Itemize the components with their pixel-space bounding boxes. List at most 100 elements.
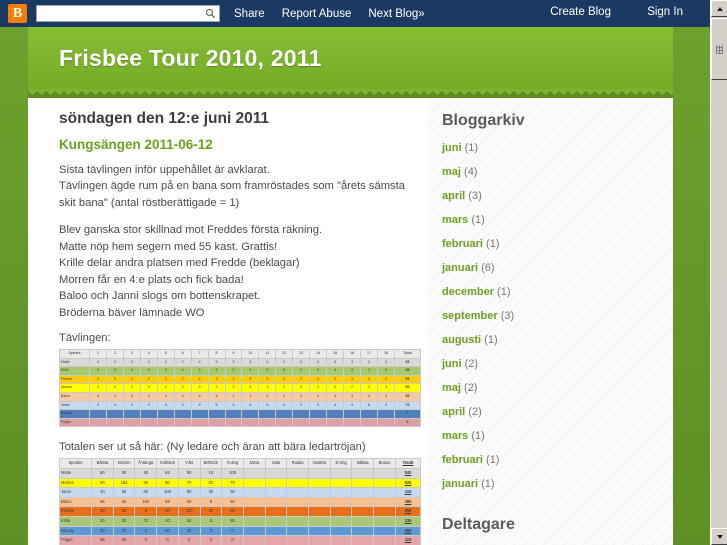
scroll-down-icon — [717, 535, 723, 539]
nav-link-report-abuse[interactable]: Report Abuse — [282, 8, 352, 20]
table-row: Baloo53534343334434333365 — [60, 393, 421, 402]
table-col-header: 7 — [191, 350, 208, 359]
table-cell: 60 — [222, 497, 244, 507]
search-box[interactable] — [36, 5, 220, 22]
season-totals-table: SpelareBålstaKärsönÅ-BergaKolbäckV-åsBON… — [59, 458, 421, 545]
scroll-up-button[interactable] — [711, 0, 727, 17]
archive-item-link[interactable]: maj — [442, 382, 461, 394]
scrollbar-thumb[interactable] — [711, 18, 727, 80]
archive-item-link[interactable]: februari — [442, 238, 483, 250]
table-cell — [352, 516, 374, 526]
nav-link-sign-in[interactable]: Sign In — [647, 6, 683, 18]
archive-item-link[interactable]: maj — [442, 166, 461, 178]
table-cell: 3 — [208, 393, 225, 402]
nav-link-create-blog[interactable]: Create Blog — [550, 6, 611, 18]
blogger-logo-icon[interactable]: B — [8, 4, 27, 23]
archive-item-link[interactable]: september — [442, 310, 498, 322]
archive-item-link[interactable]: mars — [442, 214, 468, 226]
table-cell — [309, 536, 331, 545]
archive-item[interactable]: april (2) — [442, 406, 661, 418]
archive-item-link[interactable]: april — [442, 190, 465, 202]
archive-item[interactable]: februari (1) — [442, 238, 661, 250]
table-cell — [330, 536, 352, 545]
archive-item[interactable]: maj (4) — [442, 166, 661, 178]
table-cell: 4 — [344, 401, 361, 410]
search-icon[interactable] — [205, 8, 216, 19]
archive-item-count: (1) — [478, 478, 495, 490]
archive-item[interactable]: juni (1) — [442, 142, 661, 154]
table-cell — [330, 497, 352, 507]
table-cell: 3 — [242, 393, 259, 402]
archive-item[interactable]: februari (1) — [442, 454, 661, 466]
nav-link-next-blog[interactable]: Next Blog» — [368, 8, 424, 20]
nav-link-share[interactable]: Share — [234, 8, 265, 20]
competition-scores-table: Spelare123456789101112131415161718Totalt… — [59, 349, 421, 427]
table-cell: 4 — [106, 358, 123, 367]
post-p1-line2: Tävlingen ägde rum på en bana som framrö… — [59, 180, 405, 208]
table-cell: 0 — [135, 507, 157, 517]
table-cell — [309, 516, 331, 526]
table-cell — [243, 469, 265, 479]
table-cell: 3 — [174, 393, 191, 402]
scroll-down-button[interactable] — [711, 528, 727, 545]
archive-item-link[interactable]: januari — [442, 262, 478, 274]
table-cell — [243, 497, 265, 507]
archive-item[interactable]: januari (1) — [442, 478, 661, 490]
table-cell: 3 — [377, 401, 394, 410]
table-cell-total: 520 — [396, 478, 421, 488]
archive-item[interactable]: mars (1) — [442, 430, 661, 442]
table-cell — [344, 418, 361, 427]
search-input[interactable] — [37, 6, 197, 21]
scrollbar-track[interactable] — [711, 17, 727, 528]
table-cell-player: Morren — [60, 478, 92, 488]
table-cell — [140, 410, 157, 419]
table-cell: 85 — [222, 516, 244, 526]
table-cell — [361, 410, 378, 419]
table-cell: 4 — [123, 375, 140, 384]
table-cell: 4 — [157, 393, 174, 402]
table-cell: 2 — [293, 367, 310, 376]
table-col-header: 9 — [225, 350, 242, 359]
archive-item[interactable]: augusti (1) — [442, 334, 661, 346]
archive-item-link[interactable]: juni — [442, 142, 462, 154]
table-cell: 4 — [310, 384, 327, 393]
table-cell: 30 — [92, 507, 114, 517]
archive-item-link[interactable]: april — [442, 406, 465, 418]
table-cell — [352, 507, 374, 517]
archive-item-link[interactable]: juni — [442, 358, 462, 370]
window-scrollbar[interactable] — [710, 0, 727, 545]
table-cell: 3 — [106, 367, 123, 376]
archive-item[interactable]: mars (1) — [442, 214, 661, 226]
table-cell: 4 — [191, 375, 208, 384]
table-cell: 100 — [178, 507, 200, 517]
archive-item[interactable]: maj (2) — [442, 382, 661, 394]
archive-item-link[interactable]: februari — [442, 454, 483, 466]
archive-item[interactable]: december (1) — [442, 286, 661, 298]
archive-item-link[interactable]: januari — [442, 478, 478, 490]
table-cell — [310, 418, 327, 427]
table-cell — [265, 469, 287, 479]
archive-item[interactable]: juni (2) — [442, 358, 661, 370]
archive-item[interactable]: april (3) — [442, 190, 661, 202]
table-cell: 65 — [157, 497, 179, 507]
archive-item-link[interactable]: december — [442, 286, 494, 298]
table-col-header: Totalt — [396, 459, 421, 469]
table-cell — [265, 488, 287, 498]
table-row: Frippe0 — [60, 418, 421, 427]
archive-item-link[interactable]: mars — [442, 430, 468, 442]
table-cell: 3 — [361, 393, 378, 402]
table-col-header: 8 — [208, 350, 225, 359]
table-row: Woody0 — [60, 410, 421, 419]
archive-item-count: (2) — [462, 358, 479, 370]
table-col-header: 10 — [242, 350, 259, 359]
table-cell-player: Krille — [60, 516, 92, 526]
blog-title: Frisbee Tour 2010, 2011 — [28, 27, 673, 72]
table-cell — [352, 469, 374, 479]
archive-item[interactable]: januari (6) — [442, 262, 661, 274]
table-cell: 3 — [208, 384, 225, 393]
table-cell: 4 — [276, 401, 293, 410]
table-cell: 4 — [90, 375, 107, 384]
archive-item[interactable]: september (3) — [442, 310, 661, 322]
table-cell-player: Matte — [60, 469, 92, 479]
archive-item-link[interactable]: augusti — [442, 334, 481, 346]
